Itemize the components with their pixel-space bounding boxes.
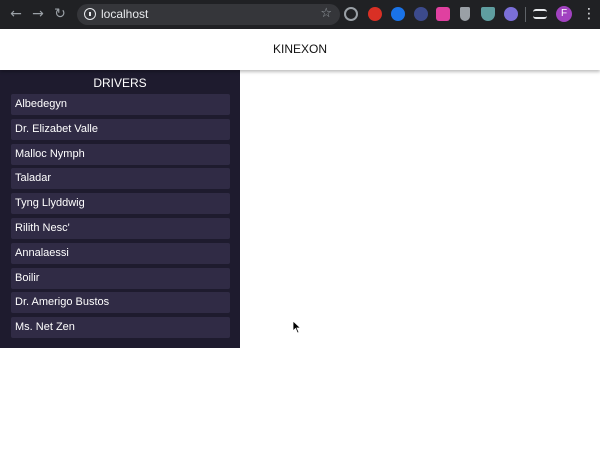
extension-download-icon[interactable] bbox=[460, 7, 470, 21]
extension-fingerprint-icon[interactable] bbox=[344, 7, 358, 21]
toolbar-divider bbox=[525, 7, 526, 22]
driver-item[interactable]: Rilith Nesc' bbox=[11, 217, 230, 239]
extension-purple-icon[interactable] bbox=[504, 7, 518, 21]
mouse-cursor-icon bbox=[292, 320, 302, 334]
driver-list: Albedegyn Dr. Elizabet Valle Malloc Nymp… bbox=[11, 94, 230, 342]
driver-item[interactable]: Tyng Llyddwig bbox=[11, 193, 230, 215]
driver-item[interactable]: Malloc Nymph bbox=[11, 143, 230, 165]
extension-teal-icon[interactable] bbox=[481, 7, 495, 21]
driver-item[interactable]: Boilir bbox=[11, 267, 230, 289]
url-text[interactable]: localhost bbox=[101, 7, 148, 22]
driver-item[interactable]: Dr. Elizabet Valle bbox=[11, 118, 230, 140]
sidebar-title: DRIVERS bbox=[93, 76, 147, 90]
driver-item[interactable]: Albedegyn bbox=[11, 94, 230, 115]
address-bar[interactable]: localhost ☆ bbox=[77, 4, 340, 25]
extension-red-icon[interactable] bbox=[368, 7, 382, 21]
driver-item[interactable]: Annalaessi bbox=[11, 242, 230, 264]
app-header: KINEXON bbox=[0, 29, 600, 70]
info-icon[interactable] bbox=[84, 8, 96, 20]
kebab-menu-icon[interactable]: ⋮ bbox=[582, 6, 596, 22]
app-title: KINEXON bbox=[272, 42, 327, 56]
media-control-icon[interactable] bbox=[533, 9, 547, 19]
back-arrow-icon[interactable]: ← bbox=[8, 6, 24, 22]
browser-toolbar: ← → ↻ localhost ☆ F ⋮ bbox=[0, 0, 600, 29]
profile-avatar[interactable]: F bbox=[556, 6, 572, 22]
reload-icon[interactable]: ↻ bbox=[52, 6, 68, 22]
bookmark-star-icon[interactable]: ☆ bbox=[320, 6, 332, 22]
extension-blue-icon[interactable] bbox=[391, 7, 405, 21]
driver-item[interactable]: Dr. Amerigo Bustos bbox=[11, 292, 230, 314]
forward-arrow-icon[interactable]: → bbox=[30, 6, 46, 22]
extension-pink-icon[interactable] bbox=[436, 7, 450, 21]
driver-item[interactable]: Taladar bbox=[11, 168, 230, 190]
extension-dark-icon[interactable] bbox=[414, 7, 428, 21]
drivers-sidebar: DRIVERS Albedegyn Dr. Elizabet Valle Mal… bbox=[0, 70, 240, 348]
driver-item[interactable]: Ms. Net Zen bbox=[11, 317, 230, 339]
